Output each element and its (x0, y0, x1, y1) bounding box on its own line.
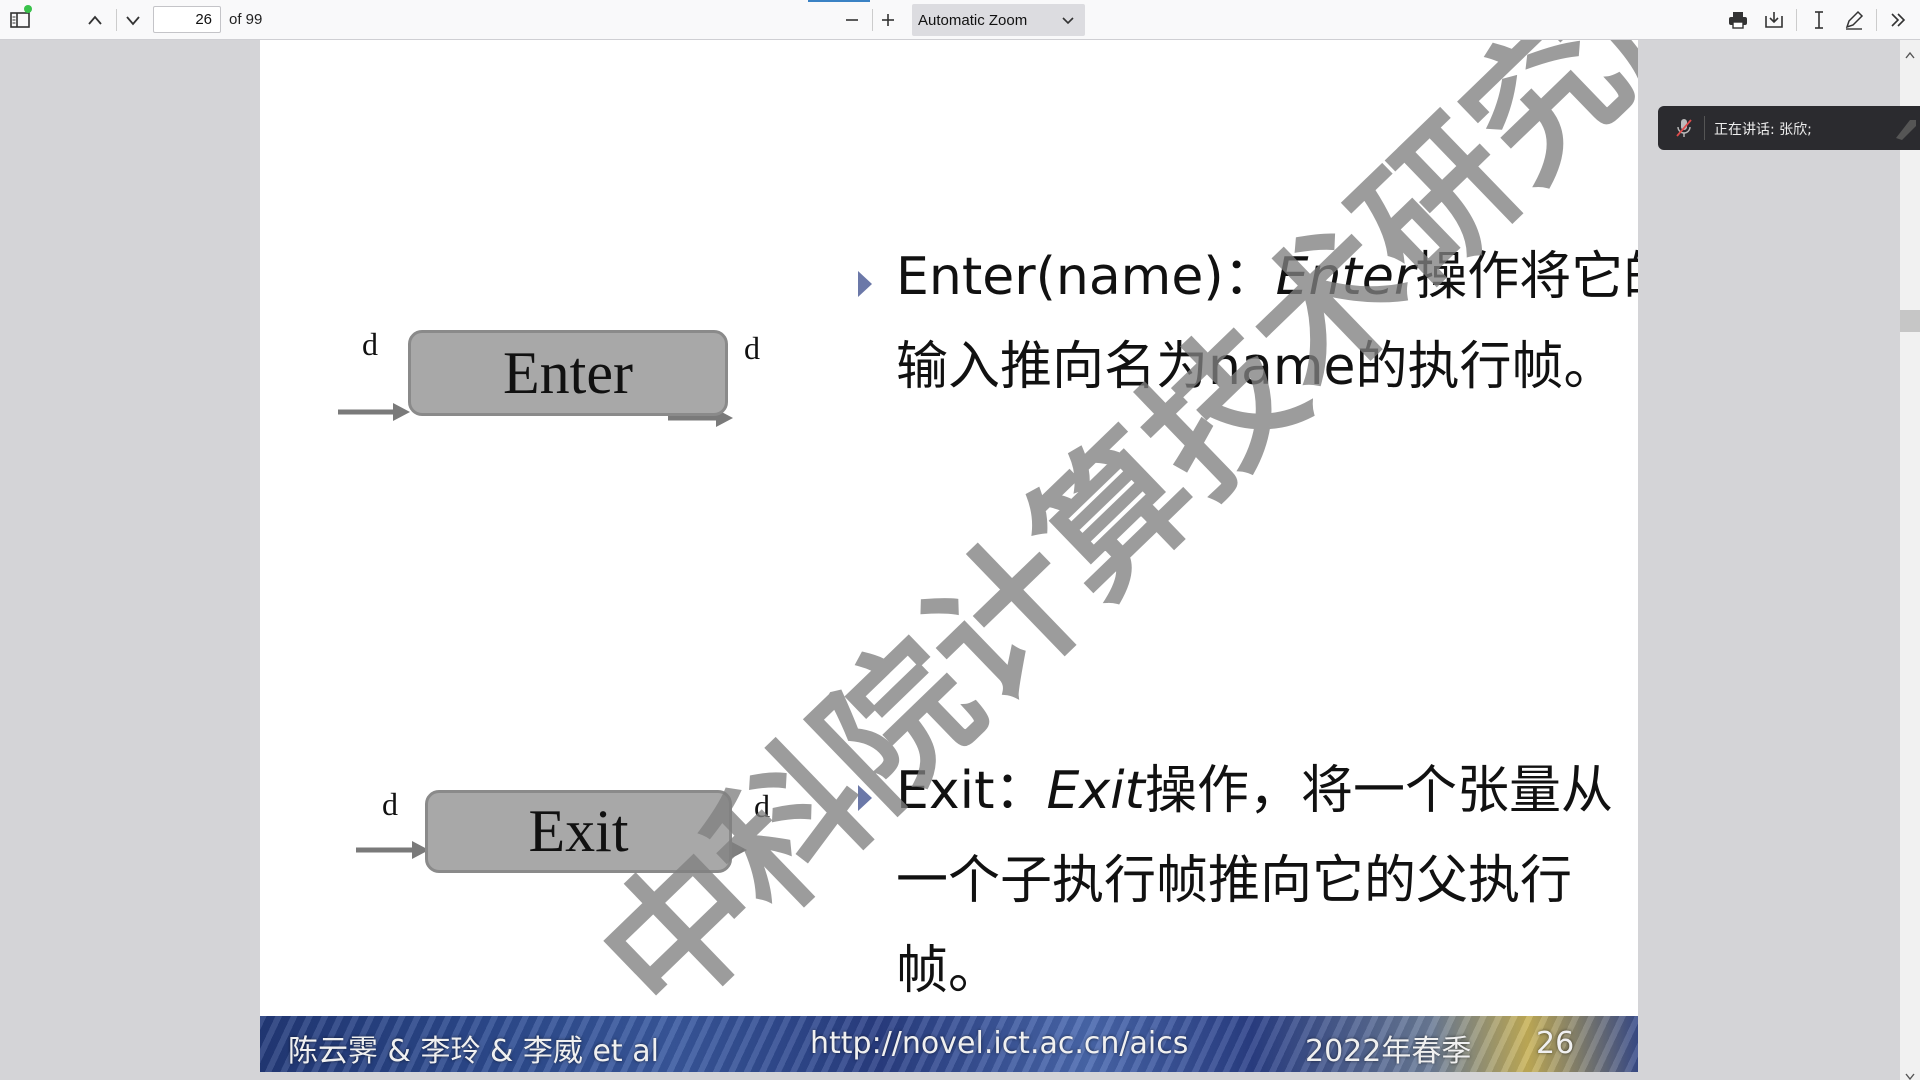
print-button[interactable] (1724, 6, 1752, 34)
notification-dot (24, 5, 32, 13)
exit-separator: ： (994, 761, 1047, 821)
enter-box-label: Enter (503, 339, 633, 406)
text-cursor-icon (1812, 10, 1826, 30)
text-tool-button[interactable] (1805, 6, 1833, 34)
speaking-text: 正在讲话: 张欣; (1714, 122, 1812, 138)
exit-box-label: Exit (528, 798, 629, 864)
footer-term: 2022年春季 (1305, 1034, 1472, 1069)
chevron-down-icon (125, 14, 141, 26)
chevron-down-icon (1061, 13, 1075, 30)
footer-page-number: 26 (1536, 1026, 1575, 1061)
microphone-muted-icon (1674, 117, 1694, 143)
popup-divider (1704, 116, 1705, 140)
next-page-button[interactable] (119, 6, 147, 34)
scroll-down-icon[interactable] (1905, 1066, 1915, 1080)
minus-icon (844, 12, 860, 28)
save-button[interactable] (1760, 6, 1788, 34)
exit-line-3: 帧。 (896, 941, 1001, 1001)
draw-tool-button[interactable] (1840, 6, 1868, 34)
vertical-scrollbar[interactable] (1900, 40, 1920, 1080)
download-icon (1764, 11, 1784, 29)
zoom-select-label: Automatic Zoom (918, 11, 1028, 29)
zoom-in-button[interactable] (874, 6, 902, 34)
exit-rest: 操作，将一个张量从 (1144, 761, 1613, 821)
pdf-toolbar: of 99 Automatic Zoom (0, 0, 1920, 40)
toolbar-divider (872, 9, 873, 31)
page-count-label: of 99 (229, 11, 263, 28)
exit-input-label: d (382, 786, 398, 822)
exit-italic: Exit (1046, 761, 1145, 821)
scroll-up-icon[interactable] (1905, 44, 1915, 63)
enter-box: Enter (408, 330, 728, 416)
exit-box: Exit (425, 790, 732, 873)
toolbar-divider (1796, 9, 1797, 31)
toolbar-divider (1876, 9, 1877, 31)
loading-progress-bar (808, 0, 870, 2)
exit-output-label: d (754, 788, 770, 824)
printer-icon (1728, 11, 1748, 29)
toolbar-divider (116, 9, 117, 31)
zoom-select[interactable]: Automatic Zoom (912, 4, 1085, 36)
chevron-up-icon (87, 14, 103, 26)
double-chevron-right-icon (1889, 12, 1907, 28)
zoom-out-button[interactable] (838, 6, 866, 34)
enter-heading: Enter(name) (896, 247, 1224, 307)
enter-separator: ： (1223, 247, 1276, 307)
exit-bullet (858, 785, 872, 811)
enter-line-2: 输入推向名为name的执行帧。 (896, 337, 1616, 397)
exit-line-2: 一个子执行帧推向它的父执行 (896, 851, 1573, 911)
enter-input-label: d (362, 326, 378, 362)
enter-italic: Enter (1275, 247, 1416, 307)
tools-menu-button[interactable] (1884, 6, 1912, 34)
plus-icon (880, 12, 896, 28)
exit-description: Exit：Exit操作，将一个张量从 一个子执行帧推向它的父执行 帧。 (896, 746, 1616, 1016)
enter-output-label: d (744, 330, 760, 366)
speaking-indicator[interactable]: 正在讲话: 张欣; (1658, 106, 1920, 150)
pencil-icon (1844, 10, 1864, 30)
enter-bullet (858, 271, 872, 297)
previous-page-button[interactable] (81, 6, 109, 34)
enter-rest: 操作将它的 (1415, 247, 1638, 307)
footer-url: http://novel.ict.ac.cn/aics (810, 1026, 1189, 1061)
drag-grip-icon[interactable] (1890, 118, 1916, 144)
page-number-input[interactable] (153, 6, 221, 33)
footer-authors: 陈云霁 & 李玲 & 李威 et al (288, 1034, 659, 1069)
scrollbar-thumb[interactable] (1900, 310, 1920, 332)
slide-footer: 陈云霁 & 李玲 & 李威 et al http://novel.ict.ac.… (260, 1016, 1638, 1072)
exit-heading: Exit (896, 761, 995, 821)
sidebar-icon (10, 11, 30, 29)
enter-description: Enter(name)：Enter操作将它的 输入推向名为name的执行帧。 (896, 232, 1638, 412)
pdf-page: d d Enter d d Exit Enter(name)：Enter操作将它… (260, 40, 1638, 1072)
